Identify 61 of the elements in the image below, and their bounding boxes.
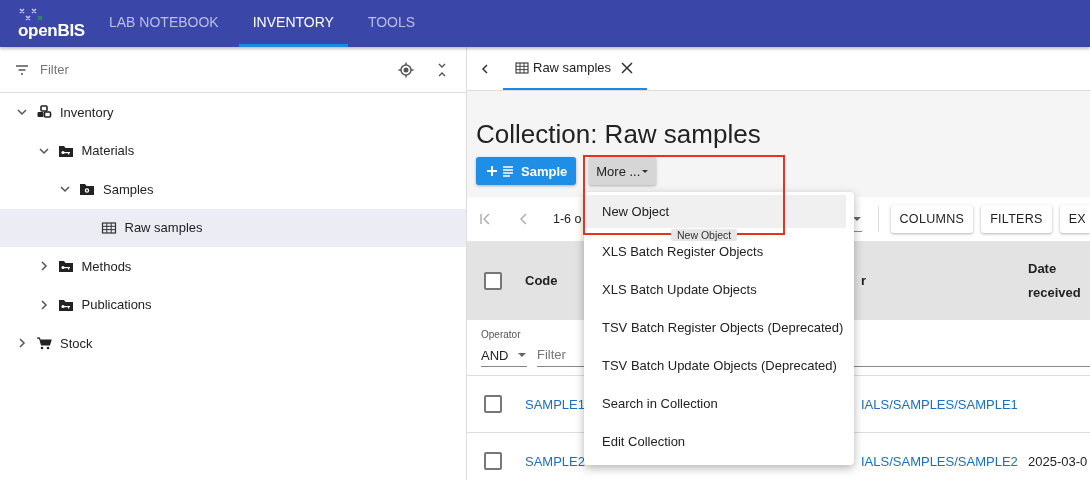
- tree-label: Publications: [81, 297, 152, 313]
- code-link[interactable]: SAMPLE1: [525, 397, 585, 412]
- folder-key-icon: [57, 258, 74, 275]
- nav-tab[interactable]: TOOLS: [353, 0, 430, 47]
- page-title: Collection: Raw samples: [476, 119, 762, 149]
- menu-item[interactable]: TSV Batch Register Objects (Deprecated): [584, 319, 846, 336]
- table-icon: [515, 60, 529, 75]
- column-header: Date received: [1028, 259, 1082, 302]
- tree-item[interactable]: Raw samples: [0, 208, 466, 247]
- plus-icon: [486, 165, 498, 177]
- tree-item[interactable]: Publications: [0, 285, 466, 324]
- row-checkbox[interactable]: [484, 452, 502, 470]
- menu-item[interactable]: Search in Collection: [584, 395, 846, 412]
- first-page-icon[interactable]: [478, 212, 492, 226]
- close-icon: [619, 59, 636, 76]
- column-header: r: [861, 273, 868, 288]
- nav-tab[interactable]: LAB NOTEBOOK: [95, 0, 233, 47]
- identifier-link[interactable]: IALS/SAMPLES/SAMPLE1: [861, 397, 1018, 412]
- filter-field[interactable]: Filter: [38, 61, 390, 78]
- logo-mark-icon: [18, 7, 44, 22]
- menu-item[interactable]: TSV Batch Update Objects (Deprecated): [584, 357, 846, 374]
- select-all-checkbox[interactable]: [484, 271, 502, 290]
- boxes-icon: [36, 104, 52, 121]
- menu-item[interactable]: XLS Batch Update Objects: [584, 281, 846, 298]
- tree-item[interactable]: Stock: [0, 324, 466, 363]
- tree-label: Materials: [81, 143, 135, 159]
- tree-label: Stock: [60, 335, 93, 351]
- menu-item[interactable]: Edit Collection: [584, 433, 846, 450]
- menu-item[interactable]: XLS Batch Register Objects: [584, 243, 846, 260]
- folder-gear-icon: [79, 181, 95, 198]
- logo-text: openBIS: [18, 21, 85, 40]
- tree-label: Inventory: [60, 104, 114, 120]
- cart-icon: [36, 335, 52, 352]
- locate-icon: [398, 61, 414, 78]
- tree-item[interactable]: Samples: [0, 170, 466, 209]
- list-icon: [502, 165, 514, 177]
- operator-label: Operator: [481, 329, 522, 340]
- tree-item[interactable]: Materials: [0, 131, 466, 170]
- tree-item[interactable]: Inventory: [0, 93, 466, 132]
- caret-icon: [517, 350, 527, 360]
- code-link[interactable]: SAMPLE2: [525, 454, 585, 469]
- operator-select[interactable]: AND: [481, 344, 527, 367]
- collapse-icon: [436, 61, 448, 78]
- column-header: Code: [525, 273, 559, 288]
- nav-tab[interactable]: INVENTORY: [238, 0, 348, 47]
- table-icon: [100, 219, 117, 236]
- tree-label: Raw samples: [124, 220, 203, 236]
- tree-label: Methods: [81, 258, 132, 274]
- caret-icon: [641, 167, 650, 175]
- table-cell: 2025-03-0: [1028, 454, 1088, 469]
- toolbar-button[interactable]: COLUMNS: [890, 205, 974, 233]
- more-button[interactable]: More ...: [589, 157, 657, 185]
- menu-item[interactable]: New Object: [584, 195, 846, 228]
- tree-item[interactable]: Methods: [0, 247, 466, 286]
- toolbar-button[interactable]: EX: [1059, 205, 1090, 233]
- tree-label: Samples: [103, 181, 154, 197]
- tooltip: New Object: [671, 229, 738, 241]
- page-range: 1-6 o: [553, 212, 582, 226]
- identifier-link[interactable]: IALS/SAMPLES/SAMPLE2: [861, 454, 1018, 469]
- toolbar-button[interactable]: FILTERS: [981, 205, 1052, 233]
- row-checkbox[interactable]: [484, 395, 502, 413]
